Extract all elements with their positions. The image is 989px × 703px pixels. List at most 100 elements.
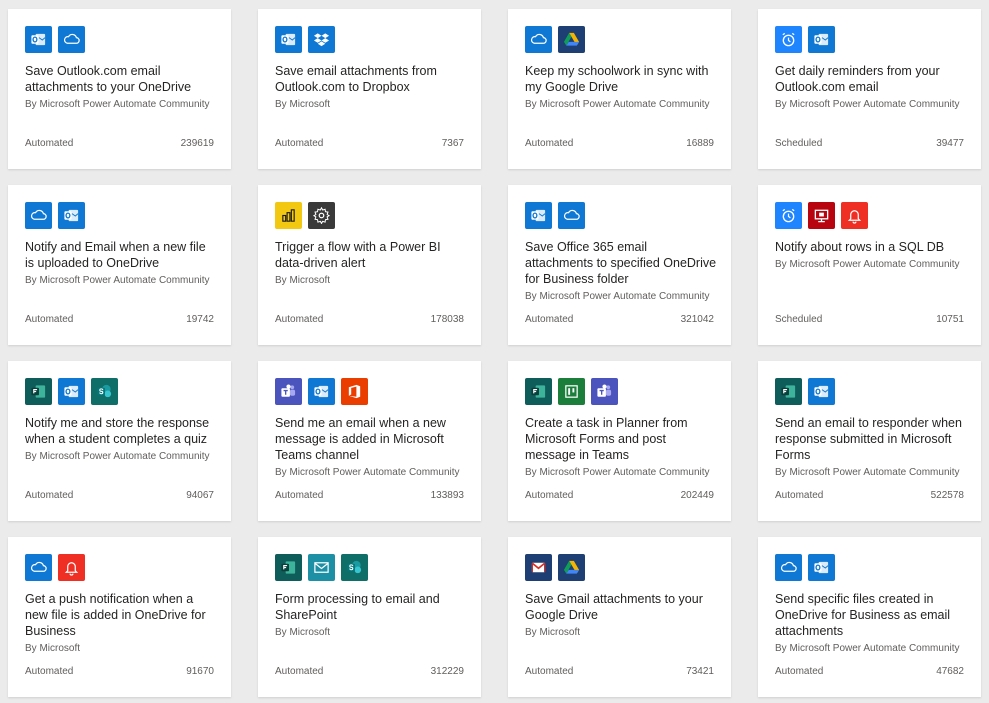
template-card[interactable]: Notify and Email when a new file is uplo… — [8, 185, 231, 345]
connector-icons — [25, 26, 85, 53]
template-title-block: Notify me and store the response when a … — [25, 415, 217, 464]
template-card[interactable]: Create a task in Planner from Microsoft … — [508, 361, 731, 521]
template-card[interactable]: Form processing to email and SharePoint B… — [258, 537, 481, 697]
template-title: Keep my schoolwork in sync with my Googl… — [525, 64, 709, 94]
template-author: By Microsoft Power Automate Community — [275, 467, 460, 478]
template-title: Form processing to email and SharePoint — [275, 592, 440, 622]
outlook-icon — [525, 202, 552, 229]
onedrive-icon — [525, 26, 552, 53]
template-title-block: Send me an email when a new message is a… — [275, 415, 467, 480]
template-card[interactable]: Notify about rows in a SQL DB By Microsof… — [758, 185, 981, 345]
template-type: Automated — [775, 666, 824, 677]
template-type: Automated — [525, 666, 574, 677]
template-title: Save Gmail attachments to your Google Dr… — [525, 592, 703, 622]
template-card[interactable]: Get a push notification when a new file … — [8, 537, 231, 697]
template-title: Save Outlook.com email attachments to yo… — [25, 64, 192, 94]
template-card[interactable]: Send an email to responder when response… — [758, 361, 981, 521]
template-type: Automated — [525, 138, 574, 149]
mail-icon — [308, 554, 335, 581]
template-card[interactable]: Save email attachments from Outlook.com … — [258, 9, 481, 169]
connector-icons — [775, 378, 835, 405]
template-usage-count: 47682 — [936, 666, 964, 677]
template-type: Automated — [775, 490, 824, 501]
template-author: By Microsoft — [275, 275, 331, 286]
template-author: By Microsoft Power Automate Community — [25, 275, 210, 286]
template-title: Notify about rows in a SQL DB — [775, 240, 945, 254]
onedrive-icon — [558, 202, 585, 229]
outlook-icon — [58, 378, 85, 405]
template-author: By Microsoft Power Automate Community — [525, 291, 710, 302]
template-usage-count: 239619 — [180, 138, 214, 149]
template-card[interactable]: Save Outlook.com email attachments to yo… — [8, 9, 231, 169]
template-usage-count: 73421 — [686, 666, 714, 677]
connector-icons — [275, 202, 335, 229]
template-type: Automated — [25, 666, 74, 677]
connector-icons — [525, 554, 585, 581]
onedrive-icon — [58, 26, 85, 53]
gmail-icon — [525, 554, 552, 581]
template-card[interactable]: Notify me and store the response when a … — [8, 361, 231, 521]
template-author: By Microsoft Power Automate Community — [525, 99, 710, 110]
connector-icons — [25, 554, 85, 581]
template-usage-count: 19742 — [186, 314, 214, 325]
connector-icons — [525, 26, 585, 53]
template-title-block: Save Outlook.com email attachments to yo… — [25, 63, 217, 112]
outlook-icon — [808, 378, 835, 405]
office-icon — [341, 378, 368, 405]
template-card[interactable]: Save Office 365 email attachments to spe… — [508, 185, 731, 345]
template-author: By Microsoft Power Automate Community — [775, 259, 960, 270]
sql-icon — [808, 202, 835, 229]
teams-icon — [275, 378, 302, 405]
template-usage-count: 321042 — [680, 314, 714, 325]
connector-icons — [25, 378, 118, 405]
connector-icons — [775, 202, 868, 229]
template-usage-count: 202449 — [680, 490, 714, 501]
power-bi-icon — [275, 202, 302, 229]
connector-icons — [25, 202, 85, 229]
template-usage-count: 312229 — [430, 666, 464, 677]
template-title-block: Create a task in Planner from Microsoft … — [525, 415, 717, 480]
template-usage-count: 7367 — [441, 138, 464, 149]
template-title: Get daily reminders from your Outlook.co… — [775, 64, 940, 94]
template-card[interactable]: Get daily reminders from your Outlook.co… — [758, 9, 981, 169]
template-title: Notify me and store the response when a … — [25, 416, 210, 446]
outlook-icon — [25, 26, 52, 53]
schedule-icon — [775, 26, 802, 53]
template-usage-count: 133893 — [430, 490, 464, 501]
template-card[interactable]: Send me an email when a new message is a… — [258, 361, 481, 521]
connector-icons — [275, 554, 368, 581]
forms-icon — [275, 554, 302, 581]
connector-icons — [775, 26, 835, 53]
template-title-block: Get a push notification when a new file … — [25, 591, 217, 656]
template-author: By Microsoft — [25, 643, 81, 654]
template-card[interactable]: Save Gmail attachments to your Google Dr… — [508, 537, 731, 697]
outlook-icon — [308, 378, 335, 405]
template-author: By Microsoft Power Automate Community — [775, 643, 960, 654]
template-title-block: Trigger a flow with a Power BI data-driv… — [275, 239, 467, 288]
template-card[interactable]: Trigger a flow with a Power BI data-driv… — [258, 185, 481, 345]
template-title: Send me an email when a new message is a… — [275, 416, 446, 462]
template-type: Automated — [525, 490, 574, 501]
template-type: Automated — [275, 138, 324, 149]
outlook-icon — [808, 26, 835, 53]
template-type: Automated — [25, 490, 74, 501]
template-title-block: Save Gmail attachments to your Google Dr… — [525, 591, 717, 640]
outlook-icon — [275, 26, 302, 53]
template-title: Send specific files created in OneDrive … — [775, 592, 951, 638]
template-type: Automated — [25, 314, 74, 325]
forms-icon — [775, 378, 802, 405]
template-title-block: Notify about rows in a SQL DB By Microsof… — [775, 239, 967, 272]
template-type: Automated — [525, 314, 574, 325]
template-title: Create a task in Planner from Microsoft … — [525, 416, 688, 462]
template-type: Automated — [275, 666, 324, 677]
template-card[interactable]: Keep my schoolwork in sync with my Googl… — [508, 9, 731, 169]
template-author: By Microsoft Power Automate Community — [525, 467, 710, 478]
template-card[interactable]: Send specific files created in OneDrive … — [758, 537, 981, 697]
template-usage-count: 178038 — [430, 314, 464, 325]
template-title-block: Form processing to email and SharePoint B… — [275, 591, 467, 640]
template-title: Save email attachments from Outlook.com … — [275, 64, 437, 94]
template-title: Get a push notification when a new file … — [25, 592, 206, 638]
template-author: By Microsoft Power Automate Community — [775, 467, 960, 478]
template-usage-count: 39477 — [936, 138, 964, 149]
template-type: Scheduled — [775, 138, 823, 149]
